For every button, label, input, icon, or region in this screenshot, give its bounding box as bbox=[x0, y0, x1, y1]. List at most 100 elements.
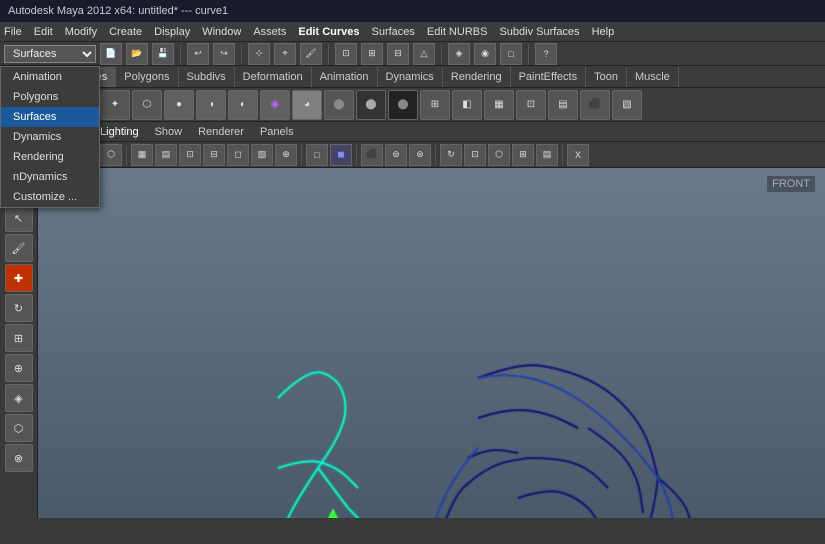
tb2-23[interactable]: X bbox=[567, 144, 589, 166]
shelf-icon-16[interactable]: ▦ bbox=[484, 90, 514, 120]
open-btn[interactable]: 📂 bbox=[126, 43, 148, 65]
shelf-tab-toon[interactable]: Toon bbox=[586, 67, 627, 87]
paint-btn[interactable]: 🖌 bbox=[300, 43, 322, 65]
shelf-tab-muscle[interactable]: Muscle bbox=[627, 67, 679, 87]
save-btn[interactable]: 💾 bbox=[152, 43, 174, 65]
tb2-8[interactable]: ⊡ bbox=[179, 144, 201, 166]
snap3-btn[interactable]: ⊟ bbox=[387, 43, 409, 65]
move-tool-btn[interactable]: ↖ bbox=[5, 204, 33, 232]
shelf-icon-11[interactable]: ⬤ bbox=[324, 90, 354, 120]
viewport[interactable]: FRONT Animation Polygons Surfaces Dynami… bbox=[38, 168, 825, 518]
menu-file[interactable]: File bbox=[4, 26, 22, 38]
shelf-icon-10[interactable]: ◕ bbox=[292, 90, 322, 120]
menu-subdiv-surfaces[interactable]: Subdiv Surfaces bbox=[499, 26, 579, 38]
shelf-tab-animation[interactable]: Animation bbox=[312, 67, 378, 87]
soft-mod-btn[interactable]: ◈ bbox=[5, 384, 33, 412]
shelf-icon-20[interactable]: ▧ bbox=[612, 90, 642, 120]
menu-assets[interactable]: Assets bbox=[253, 26, 286, 38]
sep-t2-2 bbox=[301, 145, 302, 165]
scale-btn[interactable]: ⊞ bbox=[5, 324, 33, 352]
tb2-15[interactable]: ⬛ bbox=[361, 144, 383, 166]
dropdown-ndynamics[interactable]: nDynamics bbox=[38, 168, 99, 187]
undo-btn[interactable]: ↩ bbox=[187, 43, 209, 65]
shelf-tab-deformation[interactable]: Deformation bbox=[235, 67, 312, 87]
shelf-icon-18[interactable]: ▤ bbox=[548, 90, 578, 120]
menu-display[interactable]: Display bbox=[154, 26, 190, 38]
viewport-front-label: FRONT bbox=[767, 176, 815, 192]
menu-modify[interactable]: Modify bbox=[65, 26, 97, 38]
shelf-tab-dynamics[interactable]: Dynamics bbox=[378, 67, 443, 87]
shelf-icon-8[interactable]: ◐ bbox=[228, 90, 258, 120]
sculpt-btn[interactable]: ⬡ bbox=[5, 414, 33, 442]
render-btn[interactable]: ◈ bbox=[448, 43, 470, 65]
shelf-tabs: Curves Surfaces Polygons Subdivs Deforma… bbox=[0, 66, 825, 88]
dropdown-customize[interactable]: Customize ... bbox=[38, 187, 99, 207]
shelf-icon-5[interactable]: ⬡ bbox=[132, 90, 162, 120]
menu-surfaces[interactable]: Surfaces bbox=[372, 26, 415, 38]
shelf-tab-painteffects[interactable]: PaintEffects bbox=[511, 67, 587, 87]
shelf-icon-15[interactable]: ◧ bbox=[452, 90, 482, 120]
tb2-12[interactable]: ⊕ bbox=[275, 144, 297, 166]
main-area: ↖ ↖ 🖌 ✚ ↻ ⊞ ⊕ ◈ ⬡ ⊗ FRONT Animation Poly… bbox=[0, 168, 825, 518]
shelf-icon-7[interactable]: ◑ bbox=[196, 90, 226, 120]
menu-create[interactable]: Create bbox=[109, 26, 142, 38]
tb2-5[interactable]: ⬡ bbox=[100, 144, 122, 166]
ctx-show[interactable]: Show bbox=[155, 126, 183, 138]
move-btn[interactable]: ✚ bbox=[5, 264, 33, 292]
sep-t2-3 bbox=[356, 145, 357, 165]
snap1-btn[interactable]: ⊡ bbox=[335, 43, 357, 65]
shelf-icon-6[interactable]: ● bbox=[164, 90, 194, 120]
help-btn[interactable]: ? bbox=[535, 43, 557, 65]
shelf-tab-rendering[interactable]: Rendering bbox=[443, 67, 511, 87]
tb2-17[interactable]: ⊛ bbox=[409, 144, 431, 166]
shelf-icon-12[interactable]: ⬤ bbox=[356, 90, 386, 120]
tb2-16[interactable]: ⊚ bbox=[385, 144, 407, 166]
shelf-tab-polygons[interactable]: Polygons bbox=[116, 67, 178, 87]
ctx-lighting[interactable]: Lighting bbox=[100, 126, 139, 138]
ipr-btn[interactable]: ◉ bbox=[474, 43, 496, 65]
tb2-14[interactable]: ◼ bbox=[330, 144, 352, 166]
ctx-panels[interactable]: Panels bbox=[260, 126, 294, 138]
shelf-tab-subdivs[interactable]: Subdivs bbox=[179, 67, 235, 87]
mode-dropdown[interactable]: Animation Polygons Surfaces Dynamics Ren… bbox=[4, 45, 96, 63]
sep-t2-4 bbox=[435, 145, 436, 165]
tb2-22[interactable]: ▤ bbox=[536, 144, 558, 166]
snap2-btn[interactable]: ⊞ bbox=[361, 43, 383, 65]
menu-edit[interactable]: Edit bbox=[34, 26, 53, 38]
shelf-icon-9[interactable]: ◉ bbox=[260, 90, 290, 120]
tb2-9[interactable]: ⊟ bbox=[203, 144, 225, 166]
new-scene-btn[interactable]: 📄 bbox=[100, 43, 122, 65]
tb2-20[interactable]: ⬡ bbox=[488, 144, 510, 166]
menu-edit-nurbs[interactable]: Edit NURBS bbox=[427, 26, 488, 38]
shelf-icon-19[interactable]: ⬛ bbox=[580, 90, 610, 120]
paint-select-btn[interactable]: 🖌 bbox=[5, 234, 33, 262]
show-render-btn[interactable]: □ bbox=[500, 43, 522, 65]
tb2-21[interactable]: ⊞ bbox=[512, 144, 534, 166]
menu-edit-curves[interactable]: Edit Curves bbox=[298, 26, 359, 38]
lasso-btn[interactable]: ⌖ bbox=[274, 43, 296, 65]
tb2-13[interactable]: □ bbox=[306, 144, 328, 166]
shelf-icon-14[interactable]: ⊞ bbox=[420, 90, 450, 120]
menu-help[interactable]: Help bbox=[592, 26, 615, 38]
universal-btn[interactable]: ⊕ bbox=[5, 354, 33, 382]
tb2-7[interactable]: ▤ bbox=[155, 144, 177, 166]
tb2-6[interactable]: ▦ bbox=[131, 144, 153, 166]
context-menu-row: View Shading Lighting Show Renderer Pane… bbox=[0, 122, 825, 142]
show-manip-btn[interactable]: ⊗ bbox=[5, 444, 33, 472]
sep3 bbox=[328, 44, 329, 64]
shelf-icon-17[interactable]: ⊡ bbox=[516, 90, 546, 120]
tb2-10[interactable]: ◻ bbox=[227, 144, 249, 166]
shelf-icon-13[interactable]: ⬤ bbox=[388, 90, 418, 120]
snap4-btn[interactable]: △ bbox=[413, 43, 435, 65]
tb2-19[interactable]: ⊡ bbox=[464, 144, 486, 166]
sep-t2-5 bbox=[562, 145, 563, 165]
select-btn[interactable]: ⊹ bbox=[248, 43, 270, 65]
redo-btn[interactable]: ↪ bbox=[213, 43, 235, 65]
ctx-renderer[interactable]: Renderer bbox=[198, 126, 244, 138]
tb2-11[interactable]: ▧ bbox=[251, 144, 273, 166]
menu-window[interactable]: Window bbox=[202, 26, 241, 38]
rotate-btn[interactable]: ↻ bbox=[5, 294, 33, 322]
toolbar2: ⊹ ⌗ ⊞ ◈ ⬡ ▦ ▤ ⊡ ⊟ ◻ ▧ ⊕ □ ◼ ⬛ ⊚ ⊛ ↻ ⊡ ⬡ … bbox=[0, 142, 825, 168]
shelf-icon-4[interactable]: ✦ bbox=[100, 90, 130, 120]
tb2-18[interactable]: ↻ bbox=[440, 144, 462, 166]
